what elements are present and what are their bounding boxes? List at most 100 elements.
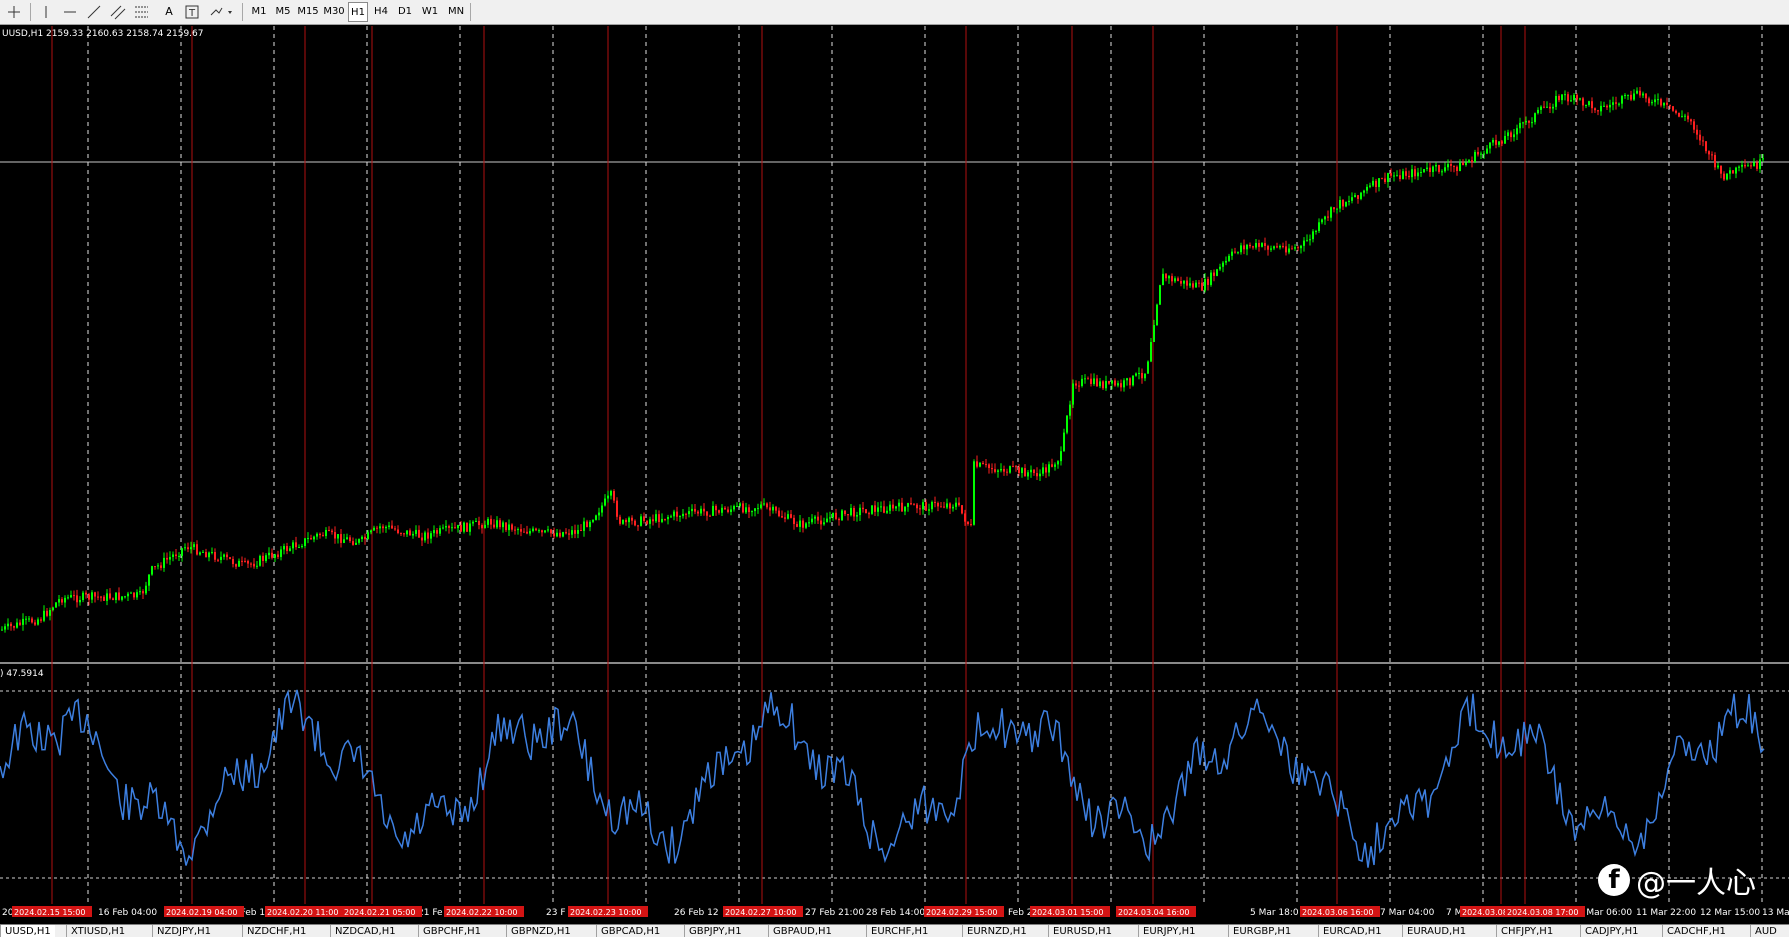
candle-body bbox=[448, 526, 450, 528]
candle-body bbox=[1708, 151, 1710, 155]
candle-body bbox=[718, 510, 720, 513]
candle-body bbox=[1669, 104, 1671, 107]
candle-body bbox=[1585, 104, 1587, 106]
candle-body bbox=[973, 461, 975, 525]
candle-body bbox=[1420, 171, 1422, 173]
timeframe-m15[interactable]: M15 bbox=[296, 2, 320, 22]
candle-body bbox=[865, 509, 867, 514]
candle-body bbox=[1120, 383, 1122, 388]
timeframe-h4[interactable]: H4 bbox=[370, 2, 392, 22]
candle-body bbox=[250, 563, 252, 565]
equidistant-channel-icon[interactable] bbox=[108, 2, 128, 22]
candle-body bbox=[1738, 166, 1740, 168]
symbol-tab[interactable]: GBPCHF,H1 bbox=[418, 925, 485, 937]
timeframe-w1[interactable]: W1 bbox=[418, 2, 442, 22]
timeframe-mn[interactable]: MN bbox=[444, 2, 468, 22]
candle-body bbox=[766, 503, 768, 508]
candle-body bbox=[574, 530, 576, 534]
chart-area[interactable]: 20 16 Feb 04:00 9 Feb 1 21 Fe 23 F 26 Feb 12 2… bbox=[0, 26, 1789, 924]
candle-body bbox=[1090, 378, 1092, 384]
candle-body bbox=[364, 536, 366, 540]
symbol-tab[interactable]: NZDCHF,H1 bbox=[242, 925, 310, 937]
candle-body bbox=[1543, 106, 1545, 108]
timeframe-h1[interactable]: H1 bbox=[348, 2, 368, 22]
symbol-tab[interactable]: AUD bbox=[1750, 925, 1781, 937]
text-icon[interactable]: A bbox=[160, 2, 178, 22]
vertical-line-icon[interactable] bbox=[36, 2, 56, 22]
candle-body bbox=[484, 524, 486, 529]
candle-body bbox=[889, 504, 891, 511]
candle-body bbox=[1084, 378, 1086, 380]
candle-body bbox=[1699, 134, 1701, 141]
candle-body bbox=[1123, 380, 1125, 388]
symbol-tab[interactable]: EURGBP,H1 bbox=[1228, 925, 1295, 937]
candle-body bbox=[1231, 251, 1233, 256]
candle-body bbox=[7, 623, 9, 627]
candle-body bbox=[544, 530, 546, 533]
time-axis-label: 5 Mar 18:0 bbox=[1250, 908, 1299, 918]
red-time-label: 2024.02.23 10:00 bbox=[570, 908, 641, 917]
symbol-tab[interactable]: CADJPY,H1 bbox=[1580, 925, 1642, 937]
symbol-tab[interactable]: GBPCAD,H1 bbox=[596, 925, 664, 937]
candle-body bbox=[298, 547, 300, 549]
symbol-tab[interactable]: UUSD,H1 bbox=[0, 925, 55, 937]
candle-body bbox=[1675, 110, 1677, 113]
symbol-tab[interactable]: GBPAUD,H1 bbox=[768, 925, 836, 937]
candle-body bbox=[499, 520, 501, 528]
candle-body bbox=[619, 516, 621, 524]
timeframe-m5[interactable]: M5 bbox=[272, 2, 294, 22]
horizontal-line-icon[interactable] bbox=[60, 2, 80, 22]
crosshair-icon[interactable] bbox=[4, 2, 24, 22]
symbol-tab[interactable]: NZDJPY,H1 bbox=[152, 925, 215, 937]
candle-body bbox=[1426, 167, 1428, 169]
candle-body bbox=[412, 533, 414, 536]
grid-layer bbox=[0, 26, 1789, 904]
candle-body bbox=[1432, 166, 1434, 173]
candle-body bbox=[112, 598, 114, 601]
symbol-tab[interactable]: EURJPY,H1 bbox=[1138, 925, 1200, 937]
time-axis-label: 13 Ma bbox=[1762, 908, 1789, 918]
candle-body bbox=[862, 507, 864, 510]
candle-body bbox=[760, 504, 762, 509]
candle-body bbox=[970, 524, 972, 526]
candle-body bbox=[676, 511, 678, 517]
symbol-tab[interactable]: NZDCAD,H1 bbox=[330, 925, 400, 937]
candle-body bbox=[1228, 255, 1230, 261]
timeframe-m30[interactable]: M30 bbox=[322, 2, 346, 22]
red-time-label: 2024.03.08 17:00 bbox=[1507, 908, 1578, 917]
symbol-tab[interactable]: EURAUD,H1 bbox=[1402, 925, 1470, 937]
candle-body bbox=[1237, 252, 1239, 254]
symbol-tab[interactable]: CADCHF,H1 bbox=[1662, 925, 1730, 937]
symbol-tab[interactable]: GBPNZD,H1 bbox=[506, 925, 575, 937]
symbol-tab[interactable]: CHFJPY,H1 bbox=[1496, 925, 1557, 937]
candle-body bbox=[232, 558, 234, 565]
candle-body bbox=[847, 514, 849, 516]
trendline-icon[interactable] bbox=[84, 2, 104, 22]
symbol-tab[interactable]: GBPJPY,H1 bbox=[684, 925, 746, 937]
candle-body bbox=[151, 566, 153, 575]
symbol-tab[interactable]: EURUSD,H1 bbox=[1048, 925, 1116, 937]
candle-body bbox=[1072, 383, 1074, 405]
fibonacci-icon[interactable] bbox=[132, 2, 152, 22]
candle-body bbox=[1111, 380, 1113, 384]
symbol-tab[interactable]: EURCHF,H1 bbox=[866, 925, 932, 937]
candle-body bbox=[559, 532, 561, 537]
candle-body bbox=[520, 529, 522, 532]
candle-body bbox=[487, 518, 489, 525]
symbol-tab[interactable]: EURCAD,H1 bbox=[1318, 925, 1386, 937]
text-label-icon[interactable]: T bbox=[182, 2, 202, 22]
candle-body bbox=[1600, 105, 1602, 112]
candle-body bbox=[1588, 101, 1590, 105]
candle-body bbox=[1336, 208, 1338, 210]
timeframe-m1[interactable]: M1 bbox=[248, 2, 270, 22]
symbol-tab[interactable]: XTIUSD,H1 bbox=[66, 925, 129, 937]
arrows-dropdown-icon[interactable] bbox=[206, 2, 236, 22]
candle-body bbox=[835, 512, 837, 519]
candle-body bbox=[1663, 102, 1665, 106]
symbol-tab[interactable]: EURNZD,H1 bbox=[962, 925, 1031, 937]
candle-body bbox=[1480, 153, 1482, 155]
candle-body bbox=[421, 537, 423, 541]
candle-body bbox=[1126, 378, 1128, 381]
candle-body bbox=[475, 520, 477, 522]
timeframe-d1[interactable]: D1 bbox=[394, 2, 416, 22]
